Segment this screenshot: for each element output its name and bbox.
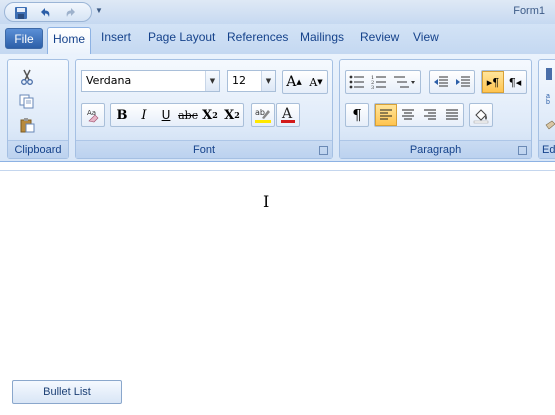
ribbon: Clipboard Verdana ▼ 12 ▼ A ▲ A ▼ Aa B I U … xyxy=(0,54,555,162)
multilevel-list-icon[interactable] xyxy=(390,71,420,93)
align-left-icon[interactable] xyxy=(375,104,397,126)
font-group-label: Font xyxy=(76,140,332,158)
align-center-icon[interactable] xyxy=(397,104,419,126)
editing-group: ab Ed xyxy=(538,59,555,159)
svg-text:b: b xyxy=(546,99,550,105)
ribbon-tabs: File Home Insert Page Layout References … xyxy=(0,24,555,55)
grow-font-icon[interactable]: A ▲ xyxy=(283,71,305,93)
paragraph-group: 123 ▸¶ ¶◂ ¶ Paragraph xyxy=(339,59,532,159)
decrease-indent-icon[interactable] xyxy=(430,71,452,93)
bullet-list-button[interactable]: Bullet List xyxy=(12,380,122,404)
font-style-group: B I U abc X2 X2 xyxy=(110,103,244,127)
tab-review[interactable]: Review xyxy=(360,30,399,50)
save-icon[interactable] xyxy=(13,5,29,20)
tab-page-layout[interactable]: Page Layout xyxy=(148,30,215,50)
replace-icon[interactable]: ab xyxy=(543,90,555,106)
editing-group-label: Ed xyxy=(539,140,555,158)
font-size-adjust-group: A ▲ A ▼ xyxy=(282,70,328,94)
window-title: Form1 xyxy=(513,5,545,17)
svg-text:ab: ab xyxy=(255,108,265,117)
tab-insert[interactable]: Insert xyxy=(101,30,131,50)
clear-formatting-icon[interactable]: Aa xyxy=(81,103,105,127)
bold-button[interactable]: B xyxy=(111,104,133,126)
document-area[interactable] xyxy=(0,170,555,415)
subscript-button[interactable]: X2 xyxy=(199,104,221,126)
text-cursor-icon: I xyxy=(263,192,270,211)
font-group: Verdana ▼ 12 ▼ A ▲ A ▼ Aa B I U abc X2 X2 … xyxy=(75,59,333,159)
increase-indent-icon[interactable] xyxy=(452,71,474,93)
undo-icon[interactable] xyxy=(37,5,53,20)
text-direction-group: ▸¶ ¶◂ xyxy=(481,70,527,94)
paragraph-dialog-launcher-icon[interactable] xyxy=(518,146,527,155)
font-dialog-launcher-icon[interactable] xyxy=(319,146,328,155)
superscript-button[interactable]: X2 xyxy=(221,104,243,126)
tab-view[interactable]: View xyxy=(413,30,439,50)
clipboard-group: Clipboard xyxy=(7,59,69,159)
svg-text:A: A xyxy=(281,106,293,122)
left-to-right-icon[interactable]: ▸¶ xyxy=(482,71,504,93)
bullets-icon[interactable] xyxy=(346,71,368,93)
tab-home[interactable]: Home xyxy=(47,27,92,55)
show-formatting-button[interactable]: ¶ xyxy=(345,103,369,127)
italic-button[interactable]: I xyxy=(133,104,155,126)
font-family-combobox[interactable]: Verdana ▼ xyxy=(81,70,220,92)
chevron-down-icon[interactable]: ▼ xyxy=(205,71,219,91)
font-color-icon[interactable]: A xyxy=(276,103,300,127)
paste-icon[interactable] xyxy=(18,116,36,134)
font-size-combobox[interactable]: 12 ▼ xyxy=(227,70,276,92)
redo-icon[interactable] xyxy=(63,5,79,20)
indent-group xyxy=(429,70,475,94)
numbering-icon[interactable]: 123 xyxy=(368,71,390,93)
shading-icon[interactable] xyxy=(469,103,493,127)
justify-icon[interactable] xyxy=(441,104,463,126)
paragraph-group-label: Paragraph xyxy=(340,140,531,158)
align-right-icon[interactable] xyxy=(419,104,441,126)
font-family-value: Verdana xyxy=(86,74,132,87)
customize-toolbar-icon[interactable]: ▼ xyxy=(95,6,103,16)
strikethrough-button[interactable]: abc xyxy=(177,104,199,126)
copy-icon[interactable] xyxy=(18,92,36,110)
tab-mailings[interactable]: Mailings xyxy=(300,30,344,50)
clipboard-group-label: Clipboard xyxy=(8,140,68,158)
underline-button[interactable]: U xyxy=(155,104,177,126)
highlight-icon[interactable]: ab xyxy=(251,103,275,127)
alignment-group xyxy=(374,103,464,127)
select-icon[interactable] xyxy=(543,118,555,132)
cut-icon[interactable] xyxy=(18,68,36,86)
find-icon[interactable] xyxy=(543,66,555,82)
font-size-value: 12 xyxy=(232,74,246,87)
right-to-left-icon[interactable]: ¶◂ xyxy=(504,71,526,93)
chevron-down-icon[interactable]: ▼ xyxy=(261,71,275,91)
tab-file[interactable]: File xyxy=(5,28,43,49)
quick-access-toolbar xyxy=(4,2,92,22)
svg-text:3: 3 xyxy=(371,85,374,89)
shrink-font-icon[interactable]: A ▼ xyxy=(305,71,327,93)
list-buttons-group: 123 xyxy=(345,70,421,94)
title-bar: ▼ Form1 xyxy=(0,0,555,24)
tab-references[interactable]: References xyxy=(227,30,288,50)
